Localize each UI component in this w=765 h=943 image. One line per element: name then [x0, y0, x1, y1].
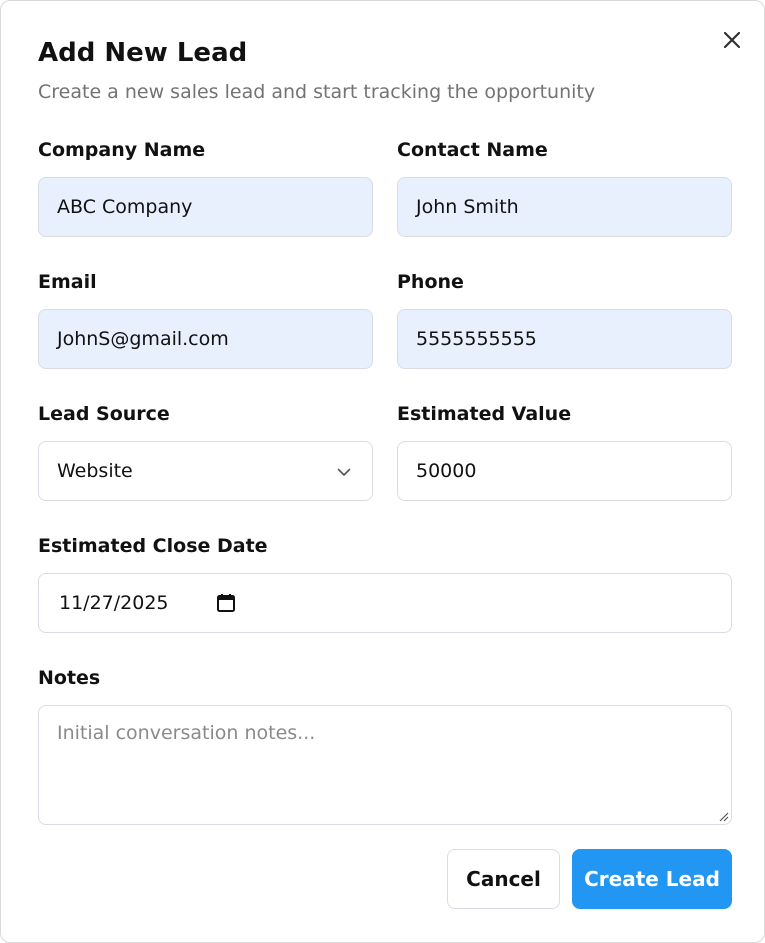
- contact-name-label: Contact Name: [397, 139, 548, 161]
- lead-source-select[interactable]: Website: [38, 441, 373, 501]
- notes-textarea[interactable]: Initial conversation notes...: [38, 705, 732, 825]
- estimated-value-input[interactable]: 50000: [397, 441, 732, 501]
- add-lead-dialog: Add New Lead Create a new sales lead and…: [0, 0, 765, 943]
- close-icon: [723, 31, 741, 49]
- cancel-button[interactable]: Cancel: [447, 849, 560, 909]
- phone-label: Phone: [397, 271, 464, 293]
- lead-source-label: Lead Source: [38, 403, 170, 425]
- resize-handle-icon[interactable]: [717, 810, 729, 822]
- email-label: Email: [38, 271, 97, 293]
- email-input[interactable]: JohnS@gmail.com: [38, 309, 373, 369]
- phone-input[interactable]: 5555555555: [397, 309, 732, 369]
- notes-label: Notes: [38, 667, 101, 689]
- estimated-close-date-value: 11/27/2025: [59, 592, 169, 614]
- notes-placeholder: Initial conversation notes...: [57, 722, 316, 744]
- lead-source-value: Website: [57, 460, 133, 482]
- estimated-close-date-input[interactable]: 11/27/2025: [38, 573, 732, 633]
- company-name-label: Company Name: [38, 139, 206, 161]
- dialog-subtitle: Create a new sales lead and start tracki…: [38, 81, 596, 103]
- dialog-title: Add New Lead: [38, 38, 248, 68]
- contact-name-input[interactable]: John Smith: [397, 177, 732, 237]
- create-lead-button[interactable]: Create Lead: [572, 849, 732, 909]
- company-name-input[interactable]: ABC Company: [38, 177, 373, 237]
- close-button[interactable]: [719, 27, 745, 53]
- chevron-down-icon: [337, 468, 351, 476]
- estimated-value-label: Estimated Value: [397, 403, 572, 425]
- estimated-close-date-label: Estimated Close Date: [38, 535, 268, 557]
- calendar-icon[interactable]: [215, 592, 237, 614]
